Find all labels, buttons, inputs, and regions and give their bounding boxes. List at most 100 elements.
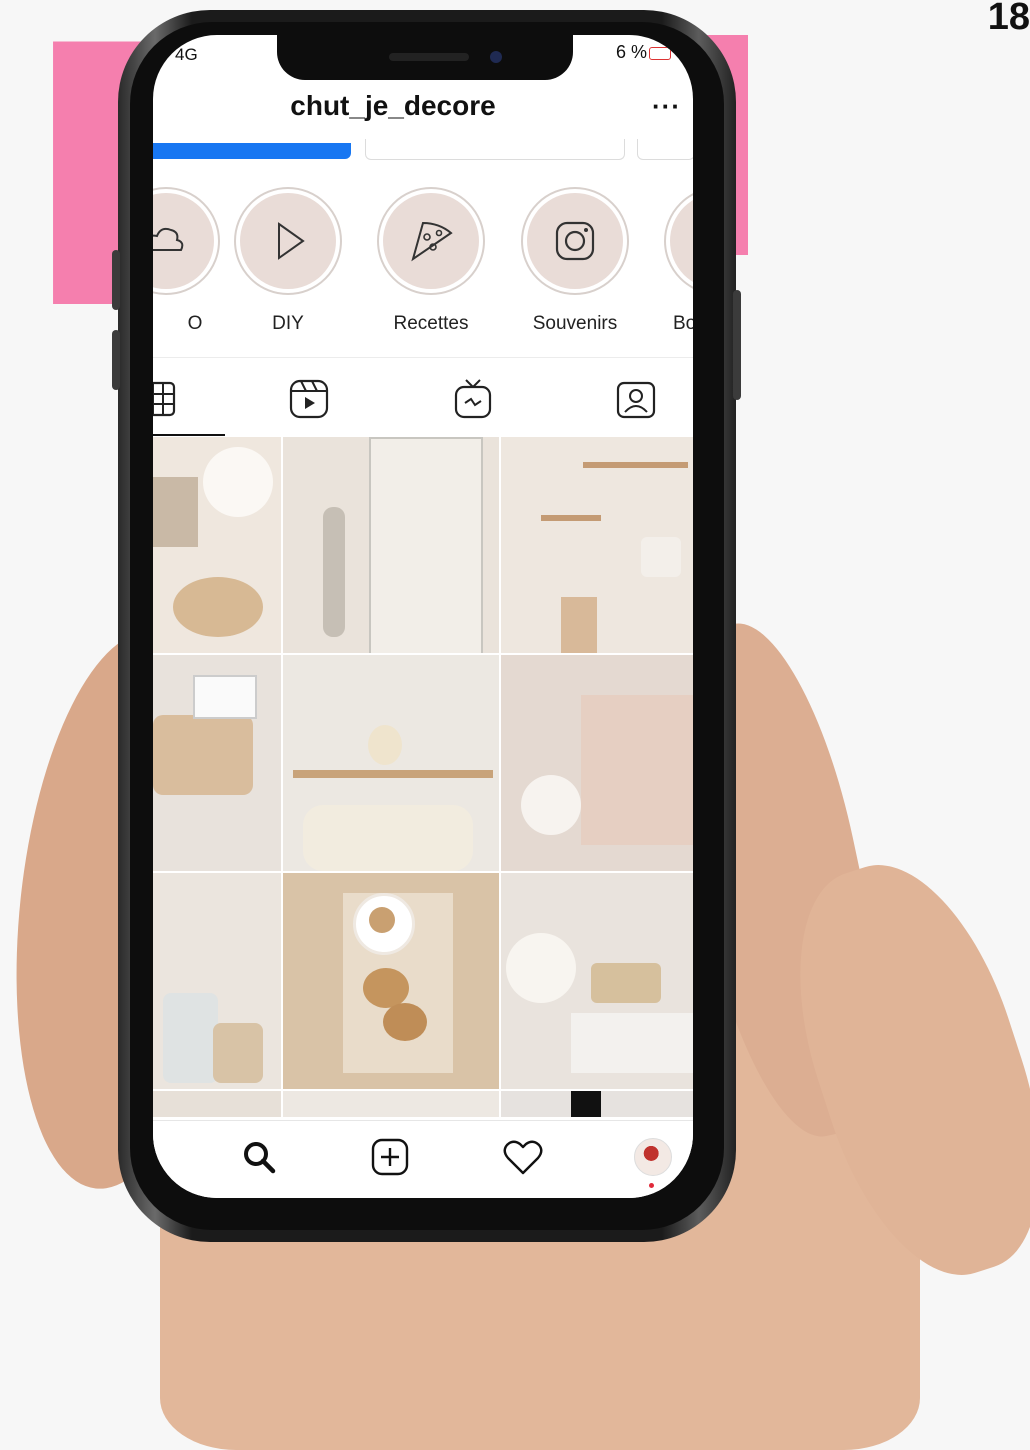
grid-post[interactable] <box>501 873 693 1089</box>
igtv-icon <box>454 379 492 419</box>
nav-search[interactable] <box>237 1135 281 1179</box>
active-tab-indicator <box>153 434 225 436</box>
follow-button[interactable] <box>153 143 351 159</box>
post-dark-object <box>571 1091 601 1117</box>
play-icon <box>278 222 305 260</box>
front-camera <box>490 51 502 63</box>
corner-page-number: 18 <box>987 0 1030 38</box>
post-dresser <box>581 695 693 845</box>
post-cotton <box>521 775 581 835</box>
highlight-cover <box>240 193 336 289</box>
message-button[interactable] <box>365 139 625 160</box>
nav-new-post[interactable] <box>368 1135 412 1179</box>
highlight-cover <box>527 193 623 289</box>
nav-activity[interactable] <box>501 1135 545 1179</box>
highlight-item[interactable]: Souvenirs <box>520 187 630 335</box>
highlight-ring <box>377 187 485 295</box>
grid-post[interactable] <box>501 655 693 871</box>
post-jar <box>163 993 218 1083</box>
post-door <box>369 437 483 653</box>
post-grid <box>153 437 693 1117</box>
nav-profile[interactable] <box>631 1135 675 1188</box>
story-highlights: O DIY Recettes Souvenirs Bo <box>153 187 693 342</box>
highlight-item[interactable]: O <box>153 187 221 335</box>
phone-volume-button <box>112 330 120 390</box>
grid-icon <box>153 381 176 417</box>
post-basket <box>591 963 661 1003</box>
post-sign <box>153 477 198 547</box>
heart-icon <box>503 1140 543 1175</box>
post-jar <box>213 1023 263 1083</box>
post-toaster <box>641 537 681 577</box>
highlight-ring <box>234 187 342 295</box>
profile-username: chut_je_decore <box>290 90 496 121</box>
highlight-label: Souvenirs <box>532 313 618 334</box>
instagram-icon <box>555 221 595 261</box>
battery-percent: 6 % <box>615 42 647 62</box>
phone-notch <box>277 35 573 80</box>
highlight-label: Recettes <box>393 313 469 334</box>
grid-post[interactable] <box>283 1091 499 1117</box>
highlight-ring <box>664 187 693 295</box>
post-cabinet <box>571 1013 693 1073</box>
highlight-ring <box>521 187 629 295</box>
grid-post[interactable] <box>501 437 693 653</box>
highlight-cover <box>670 193 693 289</box>
battery-icon <box>649 46 671 60</box>
grid-post[interactable] <box>153 437 281 653</box>
highlight-item[interactable]: Bo <box>663 187 693 335</box>
highlight-label: O <box>187 313 203 334</box>
post-cookie <box>383 1003 427 1041</box>
post-basket <box>173 577 263 637</box>
battery-indicator: 6 % <box>616 42 671 63</box>
tab-tagged[interactable] <box>613 376 659 422</box>
highlight-label: DIY <box>272 313 304 334</box>
post-blanket <box>303 805 473 871</box>
grid-post[interactable] <box>283 437 499 653</box>
post-coffee <box>369 907 395 933</box>
profile-tabs <box>153 357 693 436</box>
tab-reels[interactable] <box>286 376 332 422</box>
notification-dot <box>649 1183 654 1188</box>
avatar-icon <box>634 1138 672 1176</box>
grid-post[interactable] <box>153 1091 281 1117</box>
speaker-grille <box>389 53 469 61</box>
post-stool <box>561 597 597 653</box>
post-pillow <box>153 715 253 795</box>
post-cotton <box>203 447 273 517</box>
tab-igtv[interactable] <box>450 376 496 422</box>
suggest-button[interactable] <box>637 139 693 160</box>
pizza-icon <box>411 221 453 262</box>
grid-post[interactable] <box>283 655 499 871</box>
tab-grid[interactable] <box>153 376 181 422</box>
highlight-item[interactable]: DIY <box>233 187 343 335</box>
grid-post[interactable] <box>501 1091 693 1117</box>
post-shelf <box>583 462 688 468</box>
phone-screen: 4G 6 % chut_je_decore ··· O DIY Recettes… <box>153 35 693 1198</box>
grid-post[interactable] <box>153 873 281 1089</box>
tagged-user-icon <box>616 381 656 419</box>
post-cookie <box>363 968 409 1008</box>
highlight-cover <box>153 193 214 289</box>
network-indicator: 4G <box>175 45 198 64</box>
post-person <box>323 507 345 637</box>
reels-icon <box>289 379 329 419</box>
highlight-label: Bo <box>673 313 693 334</box>
post-bouquet <box>368 725 402 765</box>
post-cotton <box>506 933 576 1003</box>
post-shelf <box>541 515 601 521</box>
phone-volume-button <box>112 250 120 310</box>
profile-action-buttons <box>153 139 693 160</box>
highlight-item[interactable]: Recettes <box>376 187 486 335</box>
highlight-cover <box>383 193 479 289</box>
search-icon <box>244 1142 276 1174</box>
cloud-icon <box>153 227 184 251</box>
grid-post[interactable] <box>153 655 281 871</box>
highlight-ring <box>153 187 220 295</box>
grid-post[interactable] <box>283 873 499 1089</box>
post-table <box>293 770 493 778</box>
post-radiator <box>193 675 257 719</box>
bottom-navigation <box>153 1120 693 1198</box>
more-options-button[interactable]: ··· <box>652 91 681 122</box>
plus-square-icon <box>371 1138 409 1176</box>
